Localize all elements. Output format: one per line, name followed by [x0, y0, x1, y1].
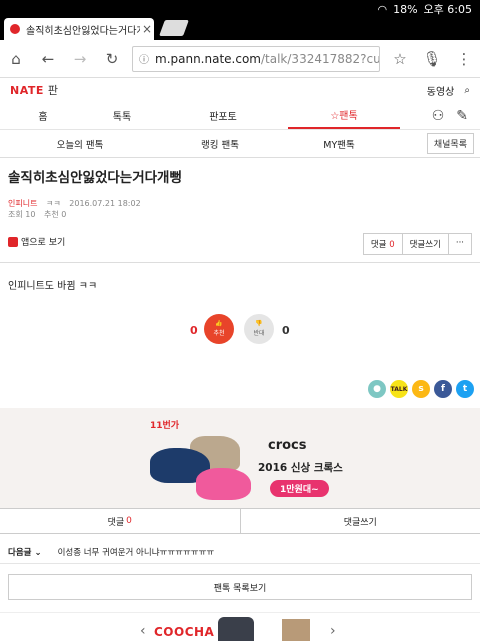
- nate-logo[interactable]: NATE: [10, 84, 44, 97]
- thumbs-up-icon: 👍: [204, 319, 234, 329]
- thumbs-down-icon: 👎: [244, 319, 274, 329]
- close-tab-icon[interactable]: ×: [140, 22, 154, 36]
- downvote-button[interactable]: 👎 반대: [244, 314, 274, 344]
- browser-tabstrip: 솔직히초심안잃었다는거다개뻥 ×: [0, 16, 480, 40]
- status-bar: ◠ 18% 오후 6:05: [0, 0, 480, 16]
- share-twitter-icon[interactable]: t: [456, 380, 474, 398]
- menu-icon[interactable]: ⋮: [448, 43, 480, 75]
- product-image: [282, 619, 310, 641]
- next-post-label: 다음글 ⌄: [8, 546, 42, 558]
- more-button[interactable]: ···: [449, 234, 471, 254]
- battery-level: 18%: [393, 3, 417, 16]
- reload-icon[interactable]: ↻: [96, 43, 128, 75]
- comments-tab-label: 댓글: [108, 515, 125, 528]
- status-icons: ◠ 18% 오후 6:05: [377, 1, 472, 17]
- coocha-logo: COOCHA: [154, 625, 214, 639]
- share-line-icon[interactable]: ●: [368, 380, 386, 398]
- share-kakaostory-icon[interactable]: s: [412, 380, 430, 398]
- nav-talk[interactable]: 톡톡: [86, 102, 158, 129]
- forward-icon[interactable]: →: [64, 43, 96, 75]
- sub-nav: 오늘의 팬톡 랭킹 팬톡 MY팬톡 채널목록: [0, 130, 480, 158]
- back-icon[interactable]: ←: [32, 43, 64, 75]
- clock: 오후 6:05: [424, 1, 472, 17]
- post-body: 인피니트도 바뀜 ㅋㅋ: [8, 277, 97, 292]
- app-icon: [8, 237, 18, 247]
- video-link[interactable]: 동영상: [427, 83, 455, 98]
- ad-price: 1만원대~: [270, 480, 329, 497]
- channel-list-button[interactable]: 채널목록: [427, 133, 474, 154]
- comment-count: 0: [389, 240, 394, 250]
- comment-label: 댓글: [371, 240, 387, 250]
- subnav-ranking[interactable]: 랭킹 팬톡: [160, 137, 280, 151]
- new-tab-button[interactable]: [159, 20, 189, 36]
- browser-tab[interactable]: 솔직히초심안잃었다는거다개뻥 ×: [4, 18, 154, 40]
- main-nav: 홈 톡톡 판포토 ☆팬톡 ⚇ ✎: [0, 102, 480, 130]
- nav-home[interactable]: 홈: [0, 102, 86, 129]
- page-info-icon[interactable]: ⓘ: [139, 51, 149, 66]
- pink-clog-image: [196, 468, 251, 500]
- chevron-left-icon[interactable]: ‹: [140, 623, 146, 639]
- crocs-logo: crocs: [268, 438, 307, 453]
- subnav-my[interactable]: MY팬톡: [280, 137, 398, 151]
- share-facebook-icon[interactable]: f: [434, 380, 452, 398]
- comment-bar: 댓글0 댓글쓰기: [0, 508, 480, 534]
- url-host: m.pann.nate.com: [155, 52, 261, 66]
- downvote-label: 반대: [244, 329, 274, 339]
- comments-tab[interactable]: 댓글0: [0, 509, 241, 533]
- pann-logo[interactable]: 판: [48, 82, 58, 98]
- nate-favicon-icon: [10, 24, 20, 34]
- comments-tab-count: 0: [126, 516, 132, 526]
- bottom-ad[interactable]: ‹ COOCHA ›: [0, 612, 480, 640]
- tab-title: 솔직히초심안잃었다는거다개뻥: [26, 22, 140, 37]
- next-post-title: 이성종 너무 귀여운거 아니냐ㅠㅠㅠㅠㅠㅠㅠ: [58, 546, 215, 558]
- downvote-count: 0: [282, 324, 290, 337]
- post-recommends: 추천 0: [44, 210, 66, 219]
- subnav-today[interactable]: 오늘의 팬톡: [0, 137, 160, 151]
- app-view-label: 앱으로 보기: [21, 235, 65, 248]
- share-buttons: ● TALK s f t: [368, 380, 474, 398]
- divider: [0, 262, 480, 263]
- app-view-link[interactable]: 앱으로 보기: [8, 235, 65, 248]
- upvote-label: 추천: [204, 329, 234, 339]
- write-icon[interactable]: ✎: [456, 108, 468, 124]
- shirt-image: [218, 617, 254, 641]
- post-meta: 인피니트 ㅋㅋ 2016.07.21 18:02 조회 10 추천 0: [8, 198, 141, 220]
- post-views: 조회 10: [8, 210, 35, 219]
- share-kakaotalk-icon[interactable]: TALK: [390, 380, 408, 398]
- user-icon[interactable]: ⚇: [432, 108, 445, 124]
- upvote-count: 0: [190, 324, 198, 337]
- post-tag: ㅋㅋ: [46, 199, 61, 208]
- post-actions: 댓글 0 댓글쓰기 ···: [363, 233, 472, 255]
- nav-photo[interactable]: 판포토: [158, 102, 288, 129]
- search-icon[interactable]: ⌕: [464, 85, 470, 96]
- site-header: NATE 판 동영상 ⌕: [0, 78, 480, 102]
- next-post[interactable]: 다음글 ⌄ 이성종 너무 귀여운거 아니냐ㅠㅠㅠㅠㅠㅠㅠ: [0, 540, 480, 564]
- microphone-icon[interactable]: 🎙: [416, 43, 448, 75]
- url-path: /talk/332417882?currMenu=list: [261, 52, 380, 66]
- wifi-icon: ◠: [377, 3, 387, 16]
- vote-section: 0 👍 추천 👎 반대 0: [0, 312, 480, 352]
- ad-copy: 2016 신상 크록스: [258, 460, 343, 475]
- write-comment-button[interactable]: 댓글쓰기: [403, 234, 449, 254]
- url-bar[interactable]: ⓘ m.pann.nate.com/talk/332417882?currMen…: [132, 46, 380, 72]
- post-author[interactable]: 인피니트: [8, 199, 37, 208]
- nav-fantalk[interactable]: ☆팬톡: [288, 102, 400, 129]
- write-comment-tab[interactable]: 댓글쓰기: [241, 509, 480, 533]
- fantalk-list-button[interactable]: 팬톡 목록보기: [8, 574, 472, 600]
- bookmark-star-icon[interactable]: ☆: [384, 43, 416, 75]
- comment-count-button[interactable]: 댓글 0: [364, 234, 403, 254]
- home-icon[interactable]: ⌂: [0, 43, 32, 75]
- chevron-down-icon: ⌄: [34, 548, 41, 558]
- banner-ad[interactable]: 11번가 crocs 2016 신상 크록스 1만원대~: [0, 408, 480, 508]
- post-title: 솔직히초심안잃었다는거다개뻥: [8, 166, 182, 186]
- chevron-right-icon[interactable]: ›: [330, 623, 336, 639]
- upvote-button[interactable]: 👍 추천: [204, 314, 234, 344]
- browser-toolbar: ⌂ ← → ↻ ⓘ m.pann.nate.com/talk/332417882…: [0, 40, 480, 78]
- post-date: 2016.07.21 18:02: [69, 199, 140, 208]
- ad-11st-badge: 11번가: [150, 418, 179, 431]
- next-post-label-text: 다음글: [8, 548, 31, 558]
